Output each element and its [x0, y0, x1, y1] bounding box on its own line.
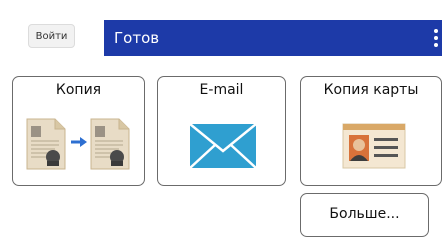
email-tile-label: E-mail [199, 82, 244, 98]
login-button[interactable]: Войти [28, 24, 75, 48]
copy-icon [26, 118, 130, 170]
email-icon [189, 123, 257, 169]
more-button-label: Больше... [329, 206, 400, 222]
status-text: Готов [114, 29, 160, 47]
id-card-copy-tile[interactable]: Копия карты [300, 76, 442, 186]
more-button[interactable]: Больше... [300, 193, 429, 237]
printer-home-screen: Войти Готов Копия E-mail Копия карты Бол… [0, 0, 442, 251]
email-tile[interactable]: E-mail [157, 76, 286, 186]
id-card-copy-icon [342, 123, 406, 169]
copy-tile-label: Копия [55, 82, 102, 98]
status-bar: Готов [104, 20, 442, 56]
login-button-label: Войти [35, 30, 68, 42]
kebab-menu-icon[interactable] [433, 29, 439, 47]
id-card-copy-tile-label: Копия карты [323, 82, 419, 98]
copy-tile[interactable]: Копия [12, 76, 145, 186]
